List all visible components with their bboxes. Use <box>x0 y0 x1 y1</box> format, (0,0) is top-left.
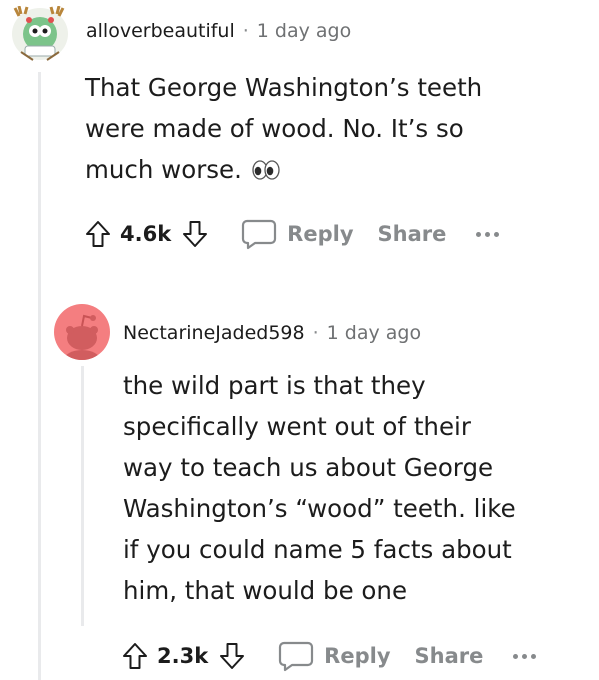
eyes-emoji-icon <box>252 159 280 181</box>
speech-bubble-icon <box>241 218 277 250</box>
comment-line: specifically went out of their <box>123 412 471 441</box>
ellipsis-icon[interactable] <box>513 653 537 659</box>
timestamp[interactable]: 1 day ago <box>257 20 351 42</box>
arrow-down-icon[interactable] <box>218 641 246 671</box>
reply-button[interactable]: Reply <box>241 218 354 250</box>
share-button[interactable]: Share <box>378 222 447 246</box>
speech-bubble-icon <box>278 640 314 672</box>
vote-count: 2.3k <box>157 644 209 668</box>
share-button[interactable]: Share <box>415 644 484 668</box>
thread-line-top[interactable] <box>38 72 41 680</box>
comment-actions: 2.3k Reply Share <box>121 640 537 672</box>
comment-actions: 4.6k Reply Share <box>84 218 500 250</box>
meta-separator: · <box>312 322 319 344</box>
comment-line: Washington’s “wood” teeth. like <box>123 494 516 523</box>
arrow-up-icon[interactable] <box>121 641 149 671</box>
avatar[interactable] <box>11 5 69 62</box>
thread-line-nested[interactable] <box>81 366 84 626</box>
arrow-up-icon[interactable] <box>84 219 112 249</box>
timestamp[interactable]: 1 day ago <box>327 322 421 344</box>
reply-label: Reply <box>287 222 354 246</box>
comment-line: him, that would be one <box>123 576 408 605</box>
comment-line: much worse. <box>85 155 242 184</box>
comment-line: the wild part is that they <box>123 371 426 400</box>
username[interactable]: NectarineJaded598 <box>123 322 305 344</box>
comment-meta: NectarineJaded598 · 1 day ago <box>123 322 421 344</box>
comment-meta: alloverbeautiful · 1 day ago <box>86 20 351 42</box>
comment-body: the wild part is that they specifically … <box>123 365 583 611</box>
comment-line: That George Washington’s teeth <box>85 73 483 102</box>
comment-body: That George Washington’s teeth were made… <box>85 67 565 190</box>
comment-line: way to teach us about George <box>123 453 494 482</box>
reply-button[interactable]: Reply <box>278 640 391 672</box>
reply-label: Reply <box>324 644 391 668</box>
ellipsis-icon[interactable] <box>476 231 500 237</box>
avatar[interactable] <box>54 304 110 360</box>
arrow-down-icon[interactable] <box>181 219 209 249</box>
comment-line: if you could name 5 facts about <box>123 535 512 564</box>
meta-separator: · <box>242 20 249 42</box>
username[interactable]: alloverbeautiful <box>86 20 235 42</box>
vote-count: 4.6k <box>120 222 172 246</box>
comment-line: were made of wood. No. It’s so <box>85 114 464 143</box>
